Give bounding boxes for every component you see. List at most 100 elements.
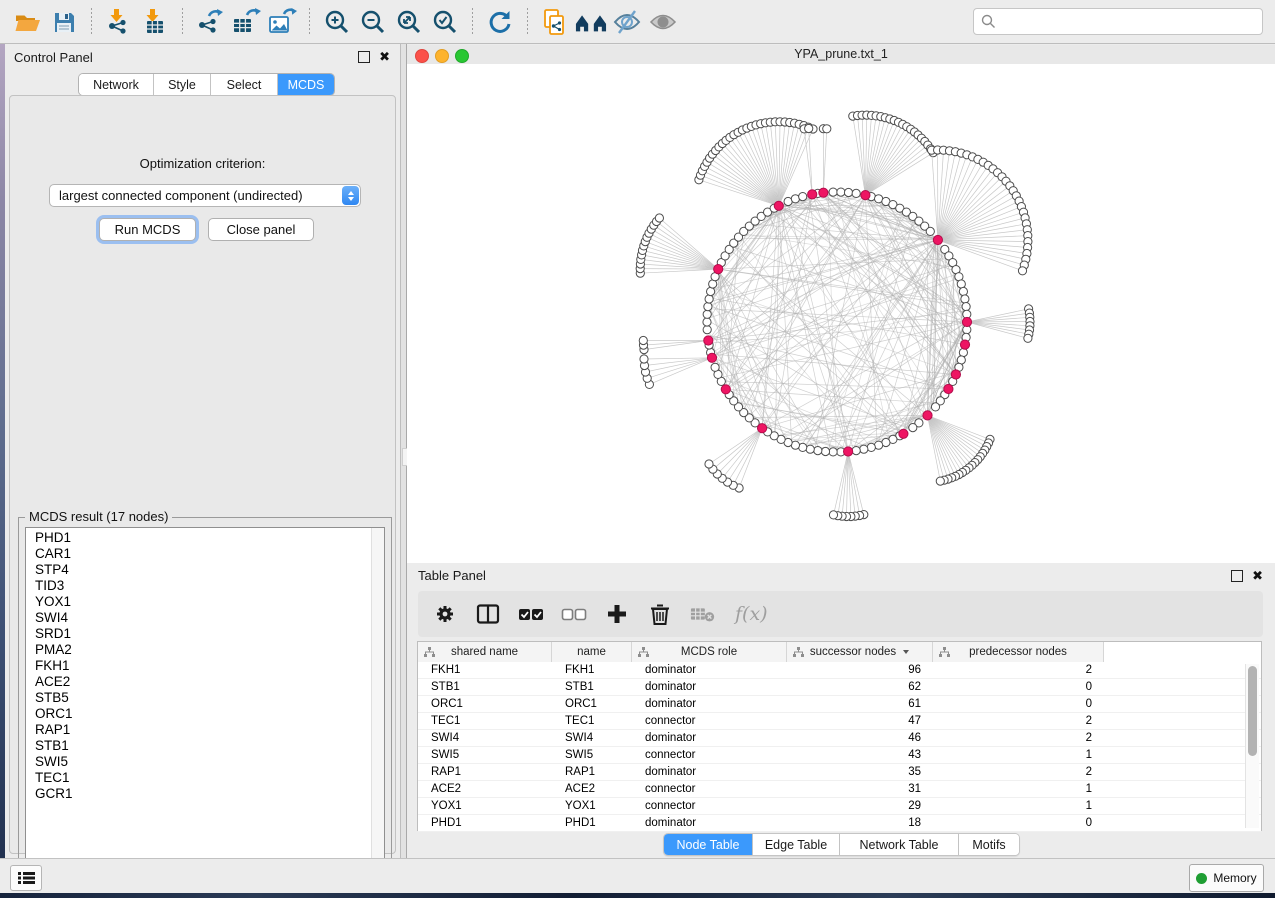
delete-column-icon[interactable] [647,601,673,627]
mcds-result-item[interactable]: GCR1 [35,786,372,802]
mcds-result-item[interactable]: YOX1 [35,594,372,610]
hide-selected-icon[interactable] [611,6,643,38]
delete-table-icon[interactable] [690,601,716,627]
mcds-result-item[interactable]: TEC1 [35,770,372,786]
table-row[interactable]: FKH1FKH1dominator962 [418,662,1261,679]
run-mcds-button[interactable]: Run MCDS [99,218,196,241]
mcds-result-item[interactable]: STB5 [35,690,372,706]
open-file-icon[interactable] [12,6,44,38]
export-table-icon[interactable] [230,6,262,38]
table-cell: 2 [933,764,1104,780]
mcds-result-item[interactable]: FKH1 [35,658,372,674]
export-network-icon[interactable] [194,6,226,38]
sort-chevron-icon[interactable] [903,650,909,654]
tab-network[interactable]: Network [79,74,154,95]
table-cell: SWI5 [418,747,552,763]
status-menu-button[interactable] [10,865,42,891]
zoom-in-icon[interactable] [321,6,353,38]
add-column-icon[interactable] [604,601,630,627]
table-cell: TEC1 [418,713,552,729]
mcds-result-title: MCDS result (17 nodes) [25,509,172,524]
mcds-result-item[interactable]: SWI4 [35,610,372,626]
apply-layout-icon[interactable] [484,6,516,38]
node-table-rows: FKH1FKH1dominator962STB1STB1dominator620… [418,662,1261,832]
mcds-result-item[interactable]: ORC1 [35,706,372,722]
table-scrollbar-thumb[interactable] [1248,666,1257,756]
mcds-result-item[interactable]: SRD1 [35,626,372,642]
table-cell: 47 [787,713,933,729]
close-panel-icon[interactable]: ✖ [379,52,390,62]
column-header-predecessor-nodes[interactable]: predecessor nodes [933,642,1104,662]
import-network-icon[interactable] [103,6,135,38]
deselect-all-icon[interactable] [561,601,587,627]
table-cell: FKH1 [418,662,552,678]
column-header-name[interactable]: name [552,642,632,662]
table-row[interactable]: PHD1PHD1dominator180 [418,815,1261,832]
panel-divider[interactable] [400,44,407,858]
optimization-criterion-select[interactable]: largest connected component (undirected) [49,184,361,207]
mcds-result-item[interactable]: SWI5 [35,754,372,770]
show-hidden-icon[interactable] [647,6,679,38]
table-row[interactable]: YOX1YOX1connector291 [418,798,1261,815]
control-panel-tabs: NetworkStyleSelectMCDS [78,73,335,96]
table-row[interactable]: ACE2ACE2connector311 [418,781,1261,798]
column-settings-icon[interactable] [432,601,458,627]
select-all-icon[interactable] [518,601,544,627]
tab-edge-table[interactable]: Edge Table [753,834,840,855]
network-window-title: YPA_prune.txt_1 [407,47,1275,61]
mcds-list-scrollbar[interactable] [371,528,384,883]
mcds-result-item[interactable]: RAP1 [35,722,372,738]
table-row[interactable]: STB1STB1dominator620 [418,679,1261,696]
float-panel-icon[interactable] [1231,570,1243,582]
save-session-icon[interactable] [48,6,80,38]
export-image-icon[interactable] [266,6,298,38]
zoom-out-icon[interactable] [357,6,389,38]
column-header-shared-name[interactable]: shared name [418,642,552,662]
mcds-result-item[interactable]: STP4 [35,562,372,578]
tab-select[interactable]: Select [211,74,278,95]
float-panel-icon[interactable] [358,51,370,63]
mcds-result-item[interactable]: STB1 [35,738,372,754]
network-view-window: YPA_prune.txt_1 [407,45,1275,563]
close-panel-button[interactable]: Close panel [208,218,314,241]
search-box[interactable] [973,8,1263,35]
show-panel-columns-icon[interactable] [475,601,501,627]
table-row[interactable]: TEC1TEC1connector472 [418,713,1261,730]
mcds-result-item[interactable]: PMA2 [35,642,372,658]
table-cell: 62 [787,679,933,695]
close-panel-icon[interactable]: ✖ [1252,571,1263,581]
network-window-titlebar[interactable]: YPA_prune.txt_1 [407,45,1275,65]
zoom-fit-icon[interactable] [393,6,425,38]
clone-network-icon[interactable] [539,6,571,38]
memory-button[interactable]: Memory [1189,864,1264,892]
table-cell: 0 [933,815,1104,831]
network-canvas[interactable] [407,64,1275,563]
mcds-result-item[interactable]: TID3 [35,578,372,594]
table-row[interactable]: RAP1RAP1dominator352 [418,764,1261,781]
table-cell: SWI5 [552,747,632,763]
table-panel: Table Panel ✖ [407,563,1275,858]
tab-motifs[interactable]: Motifs [959,834,1019,855]
mcds-result-item[interactable]: PHD1 [35,530,372,546]
mcds-result-item[interactable]: ACE2 [35,674,372,690]
tab-node-table[interactable]: Node Table [664,834,753,855]
optimization-criterion-label: Optimization criterion: [10,156,395,171]
first-neighbors-icon[interactable] [575,6,607,38]
table-cell: dominator [632,696,787,712]
function-builder-icon[interactable]: f(x) [735,603,768,625]
mcds-result-item[interactable]: CAR1 [35,546,372,562]
import-table-icon[interactable] [139,6,171,38]
tab-style[interactable]: Style [154,74,211,95]
search-input[interactable] [1000,10,1262,33]
table-row[interactable]: ORC1ORC1dominator610 [418,696,1261,713]
table-cell: 18 [787,815,933,831]
column-header-mcds-role[interactable]: MCDS role [632,642,787,662]
table-row[interactable]: SWI4SWI4dominator462 [418,730,1261,747]
table-row[interactable]: SWI5SWI5connector431 [418,747,1261,764]
column-header-successor-nodes[interactable]: successor nodes [787,642,933,662]
mcds-result-list[interactable]: PHD1CAR1STP4TID3YOX1SWI4SRD1PMA2FKH1ACE2… [25,527,385,884]
table-scrollbar[interactable] [1245,664,1259,828]
zoom-selected-icon[interactable] [429,6,461,38]
tab-mcds[interactable]: MCDS [278,74,334,95]
tab-network-table[interactable]: Network Table [840,834,959,855]
